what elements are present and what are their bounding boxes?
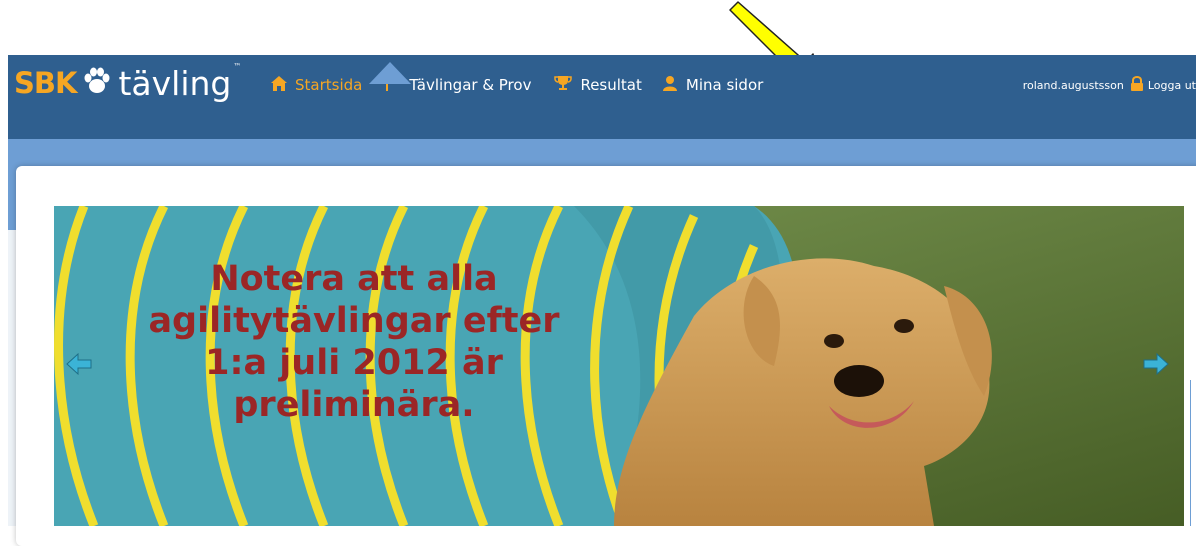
nav-item-resultat[interactable]: Resultat (554, 75, 642, 95)
home-icon (271, 75, 287, 95)
trophy-icon (554, 75, 573, 95)
logo-name: tävling ™ (118, 61, 242, 103)
nav-label-startsida: Startsida (295, 76, 363, 94)
site-logo[interactable]: SBK tävling ™ (14, 61, 242, 103)
lock-icon (1130, 75, 1144, 94)
paw-icon (82, 66, 112, 100)
nav-label-mina-sidor: Mina sidor (685, 76, 764, 94)
notice-line: Notera att alla (210, 259, 498, 299)
nav-item-mina-sidor[interactable]: Mina sidor (662, 75, 763, 95)
notice-line: agilitytävlingar efter (148, 301, 560, 341)
active-nav-pointer (369, 62, 411, 84)
main-navigation: Startsida Tävlingar & Prov Resultat Mina… (271, 75, 763, 95)
nav-label-resultat: Resultat (580, 76, 642, 94)
user-icon (662, 75, 678, 95)
top-navigation-bar: SBK tävling™ Startsida Tävlingar & Prov (8, 55, 1196, 139)
notice-line: 1:a juli 2012 är (205, 343, 503, 383)
banner-notice-text: Notera att alla agilitytävlingar efter 1… (94, 258, 614, 426)
slider-next-arrow-icon[interactable] (1143, 353, 1169, 375)
notice-line: preliminära. (233, 385, 475, 425)
nav-label-tavlingar-prov: Tävlingar & Prov (409, 76, 532, 94)
username-link[interactable]: roland.augustsson (1023, 79, 1124, 92)
slider-prev-arrow-icon[interactable] (66, 353, 92, 375)
right-panel-edge (1190, 380, 1196, 526)
logout-link[interactable]: Logga ut (1148, 79, 1196, 92)
trademark-symbol: ™ (233, 61, 242, 71)
nav-item-startsida[interactable]: Startsida (271, 75, 363, 95)
logo-brand: SBK (14, 66, 77, 100)
left-side-band (8, 230, 16, 526)
banner-slider: Notera att alla agilitytävlingar efter 1… (54, 206, 1184, 526)
user-area: roland.augustsson Logga ut (1023, 75, 1196, 94)
